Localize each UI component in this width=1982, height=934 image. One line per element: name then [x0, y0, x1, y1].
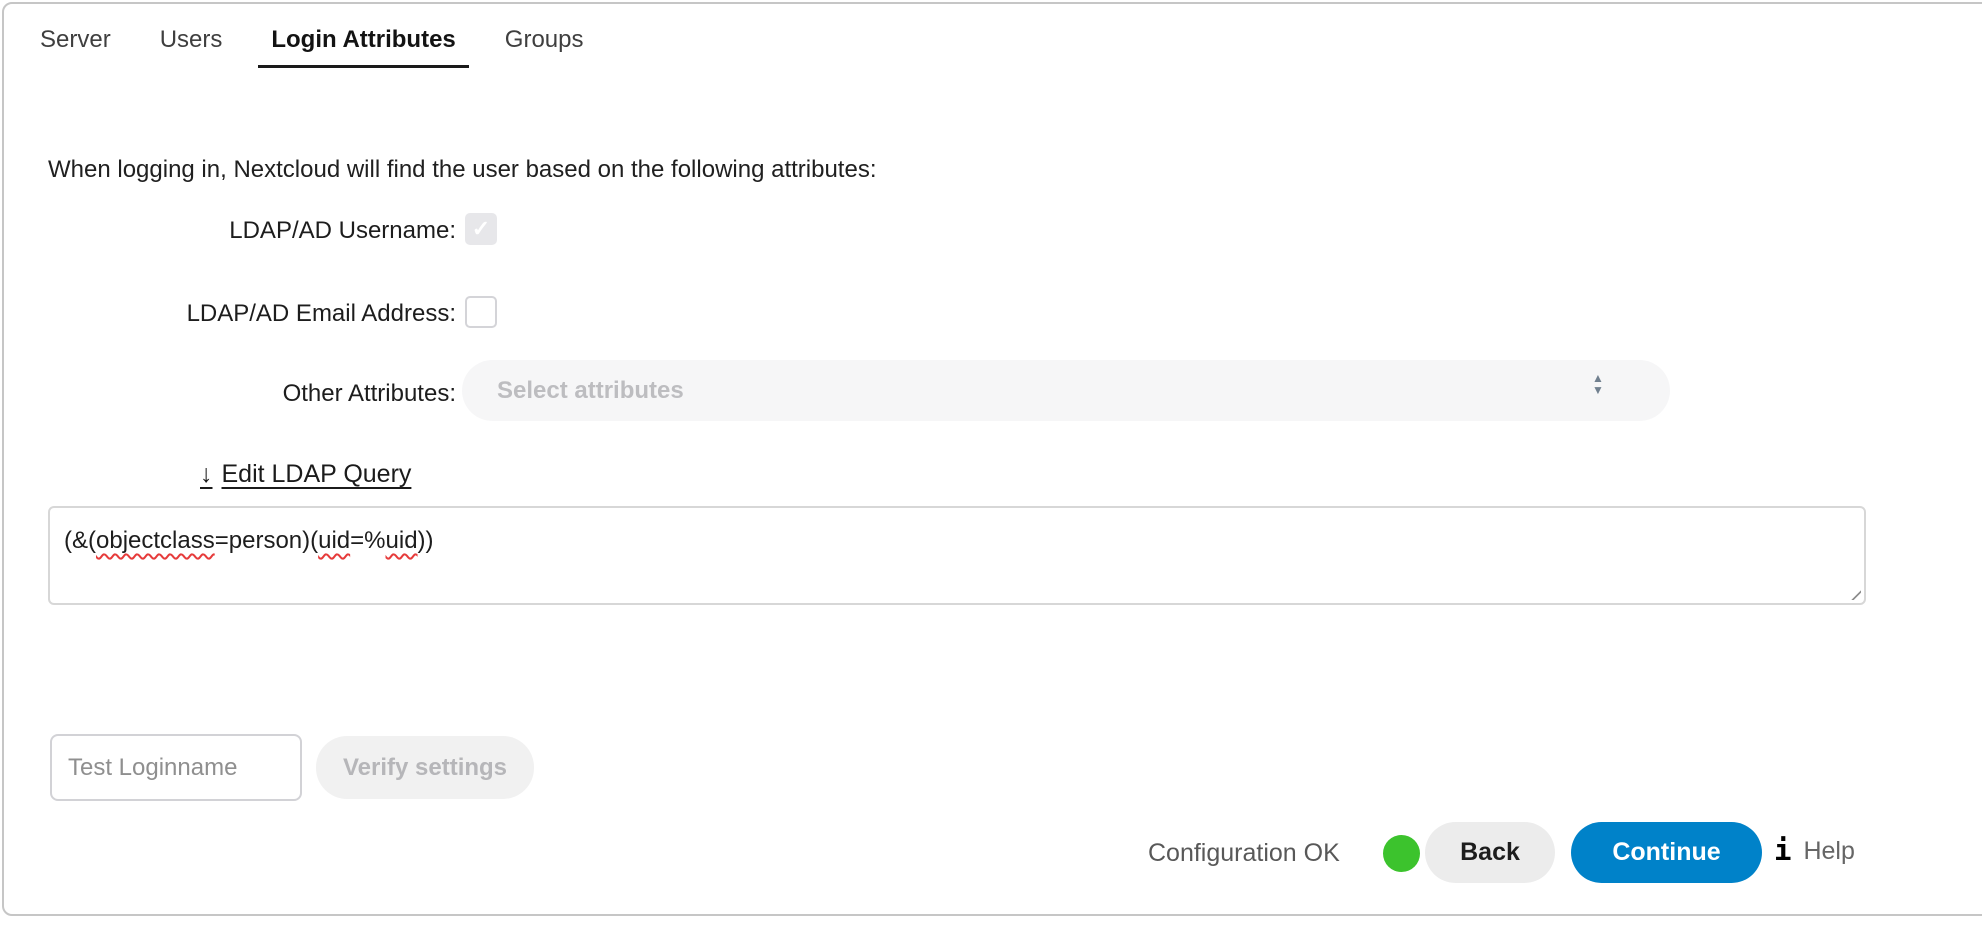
ldap-username-label: LDAP/AD Username: — [4, 215, 456, 247]
sort-carets-icon: ▲ ▼ — [1592, 373, 1604, 395]
other-attributes-label: Other Attributes: — [4, 378, 456, 410]
checkmark-icon: ✓ — [472, 216, 490, 242]
tab-users[interactable]: Users — [160, 24, 223, 56]
ldap-email-checkbox[interactable] — [465, 296, 497, 328]
continue-button[interactable]: Continue — [1571, 822, 1762, 883]
tab-groups[interactable]: Groups — [505, 24, 584, 56]
info-icon: i — [1774, 830, 1791, 870]
intro-text: When logging in, Nextcloud will find the… — [48, 154, 876, 186]
verify-settings-button: Verify settings — [316, 736, 534, 799]
resize-handle-icon[interactable] — [1844, 583, 1861, 600]
attributes-multiselect-placeholder: Select attributes — [497, 360, 684, 421]
test-loginname-input[interactable] — [50, 734, 302, 801]
tab-login-attributes[interactable]: Login Attributes — [258, 24, 468, 68]
query-segment: (&( — [64, 527, 96, 554]
attributes-multiselect: Select attributes ▲ ▼ — [462, 360, 1670, 421]
caret-up-icon: ▲ — [1592, 373, 1604, 383]
query-segment: )) — [418, 527, 434, 554]
ldap-email-label: LDAP/AD Email Address: — [4, 298, 456, 330]
configuration-status-text: Configuration OK — [1148, 836, 1340, 870]
ldap-username-checkbox: ✓ — [465, 213, 497, 245]
ldap-wizard-panel: Server Users Login Attributes Groups Whe… — [2, 2, 1982, 916]
query-segment-misspelled: uid — [318, 527, 350, 554]
wizard-tab-bar: Server Users Login Attributes Groups — [40, 24, 583, 68]
edit-ldap-query-label: Edit LDAP Query — [222, 458, 412, 490]
query-segment-misspelled: objectclass — [96, 527, 215, 554]
query-segment-misspelled: uid — [386, 527, 418, 554]
caret-down-icon: ▼ — [1592, 385, 1604, 395]
ldap-query-textarea[interactable]: (&(objectclass=person)(uid=%uid)) — [48, 506, 1866, 605]
help-label: Help — [1803, 830, 1854, 872]
query-segment: =% — [350, 527, 385, 554]
arrow-down-icon: ↓ — [200, 458, 213, 490]
query-segment: =person)( — [215, 527, 318, 554]
status-ok-dot — [1383, 835, 1420, 872]
help-link[interactable]: i Help — [1774, 830, 1855, 872]
tab-server[interactable]: Server — [40, 24, 111, 56]
edit-ldap-query-link[interactable]: ↓ Edit LDAP Query — [200, 458, 411, 490]
back-button[interactable]: Back — [1425, 822, 1555, 883]
